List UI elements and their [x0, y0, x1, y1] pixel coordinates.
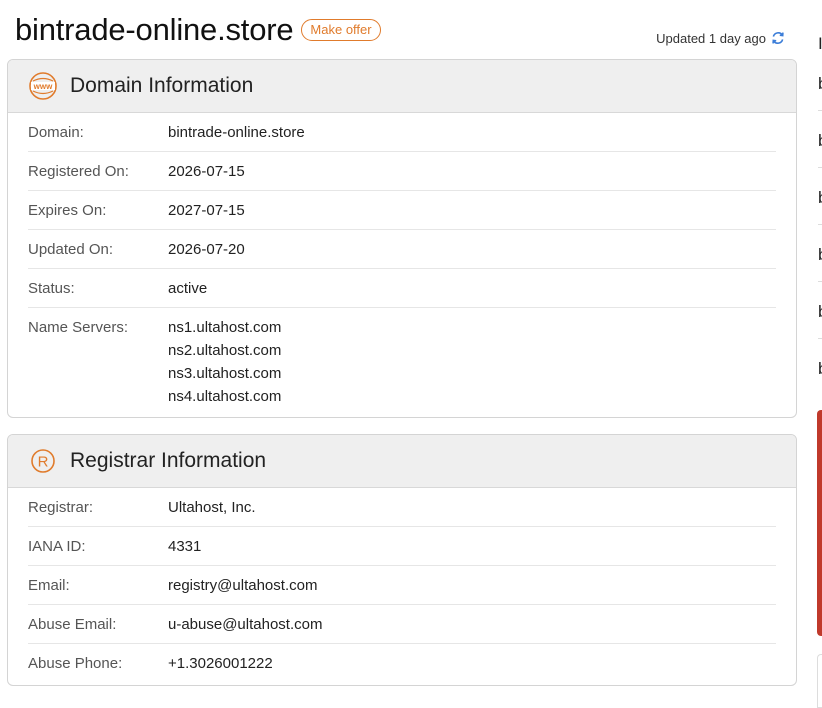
updated-text: Updated 1 day ago [656, 30, 766, 46]
registrar-card-title: Registrar Information [70, 449, 267, 472]
name-server-item: ns1.ultahost.com [168, 319, 282, 336]
svg-text:R: R [38, 454, 49, 471]
sidebar-divider [818, 281, 822, 282]
registered-trademark-icon: R [28, 446, 58, 476]
sidebar-card-fragment [817, 654, 822, 708]
registered-on-row: Registered On: 2026-07-15 [28, 152, 776, 191]
registrar-card-body: Registrar: Ultahost, Inc. IANA ID: 4331 … [8, 488, 796, 683]
page-title: bintrade-online.store [15, 12, 294, 47]
expires-on-value: 2027-07-15 [168, 202, 245, 219]
email-value: registry@ultahost.com [168, 577, 318, 594]
sidebar-divider [818, 338, 822, 339]
svg-text:www: www [33, 82, 53, 91]
abuse-email-value: u-abuse@ultahost.com [168, 616, 323, 633]
page-header: bintrade-online.store Make offer [15, 12, 381, 48]
row-label: Email: [28, 577, 70, 594]
updated-on-row: Updated On: 2026-07-20 [28, 230, 776, 269]
row-label: Abuse Email: [28, 616, 117, 633]
refresh-icon[interactable] [770, 30, 786, 46]
updated-on-value: 2026-07-20 [168, 241, 245, 258]
row-label: Registrar: [28, 499, 94, 516]
registrar-value: Ultahost, Inc. [168, 499, 256, 516]
abuse-phone-row: Abuse Phone: +1.3026001222 [28, 644, 776, 683]
row-label: IANA ID: [28, 538, 86, 555]
sidebar-item-fragment[interactable]: b [818, 245, 822, 265]
updated-status: Updated 1 day ago [656, 30, 786, 46]
sidebar-item-fragment[interactable]: b [818, 359, 822, 379]
name-server-item: ns2.ultahost.com [168, 342, 282, 359]
row-label: Status: [28, 280, 75, 297]
name-server-list: ns1.ultahost.com ns2.ultahost.com ns3.ul… [168, 316, 281, 408]
registrar-information-card: R Registrar Information Registrar: Ultah… [7, 434, 797, 686]
registrar-row: Registrar: Ultahost, Inc. [28, 488, 776, 527]
registrar-card-header: R Registrar Information [8, 435, 796, 488]
sidebar-item-fragment[interactable]: b [818, 188, 822, 208]
expires-on-row: Expires On: 2027-07-15 [28, 191, 776, 230]
domain-row: Domain: bintrade-online.store [28, 113, 776, 152]
name-server-item: ns3.ultahost.com [168, 365, 282, 382]
name-server-item: ns4.ultahost.com [168, 388, 282, 405]
row-label: Abuse Phone: [28, 655, 123, 672]
row-label: Domain: [28, 124, 84, 141]
make-offer-button[interactable]: Make offer [301, 19, 381, 41]
sidebar-item-fragment[interactable]: b [818, 302, 822, 322]
abuse-email-row: Abuse Email: u-abuse@ultahost.com [28, 605, 776, 644]
iana-id-value: 4331 [168, 538, 202, 555]
iana-id-row: IANA ID: 4331 [28, 527, 776, 566]
sidebar-divider [818, 224, 822, 225]
www-globe-icon: www [28, 71, 58, 101]
row-label: Updated On: [28, 241, 114, 258]
email-row: Email: registry@ultahost.com [28, 566, 776, 605]
abuse-phone-value: +1.3026001222 [168, 655, 273, 672]
domain-information-card: www Domain Information Domain: bintrade-… [7, 59, 797, 418]
row-label: Name Servers: [28, 319, 129, 336]
sidebar-heading-fragment: I [818, 34, 822, 53]
status-row: Status: active [28, 269, 776, 308]
sidebar-divider [818, 167, 822, 168]
registered-on-value: 2026-07-15 [168, 163, 245, 180]
sidebar-item-fragment[interactable]: b [818, 131, 822, 151]
row-label: Expires On: [28, 202, 107, 219]
domain-value: bintrade-online.store [168, 124, 305, 141]
domain-card-header: www Domain Information [8, 60, 796, 113]
sidebar-promo-panel[interactable] [817, 410, 822, 636]
name-servers-row: Name Servers: ns1.ultahost.com ns2.ultah… [28, 308, 776, 416]
row-label: Registered On: [28, 163, 129, 180]
sidebar-item-fragment[interactable]: b [818, 74, 822, 94]
status-value: active [168, 280, 208, 297]
domain-card-title: Domain Information [70, 74, 254, 97]
sidebar-divider [818, 110, 822, 111]
domain-card-body: Domain: bintrade-online.store Registered… [8, 113, 796, 416]
